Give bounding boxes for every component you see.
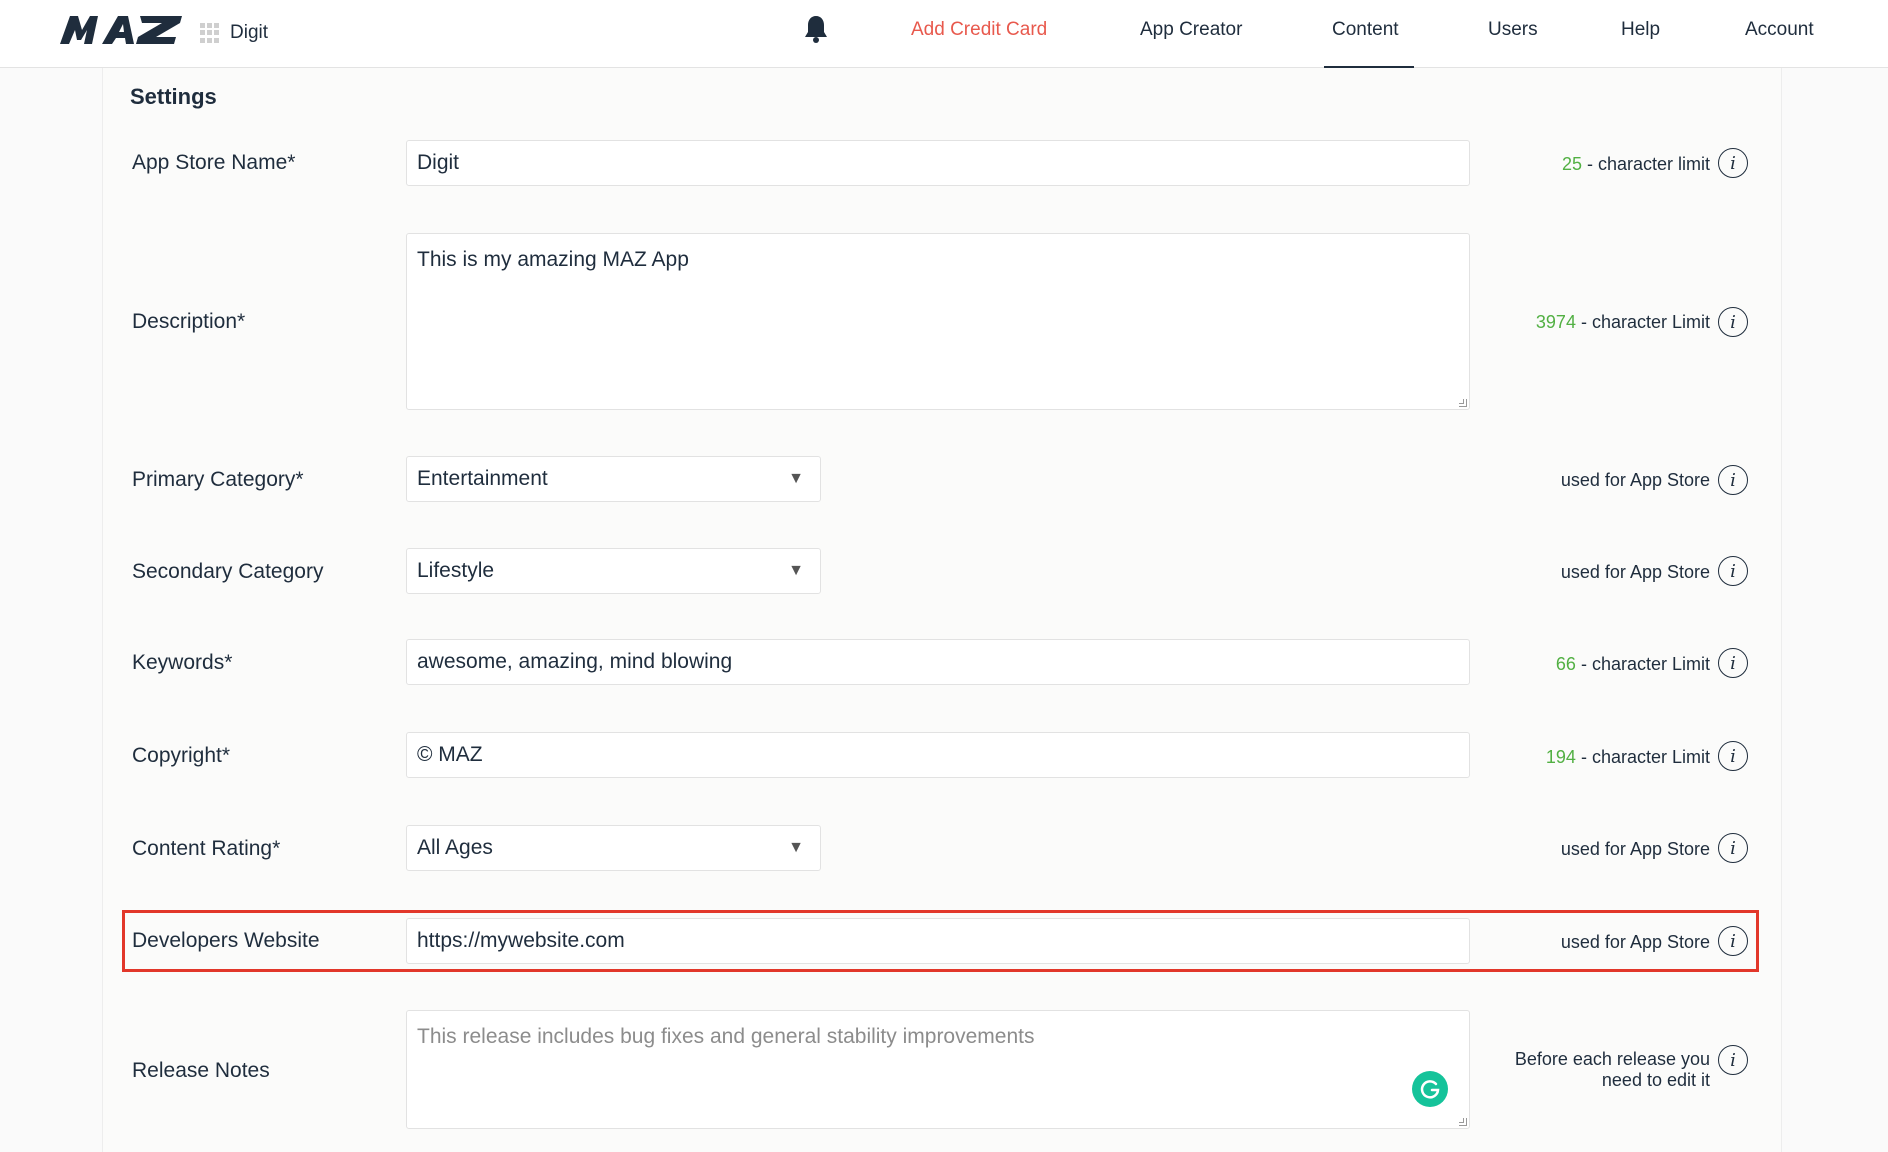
info-icon[interactable]: i: [1718, 648, 1748, 678]
developers-website-hint: used for App Store: [1560, 932, 1710, 952]
grid-icon[interactable]: [200, 23, 220, 43]
app-switcher[interactable]: Digit: [200, 22, 268, 44]
secondary-category-hint: used for App Store: [1560, 562, 1710, 582]
secondary-category-value: Lifestyle: [417, 559, 495, 582]
description-hint: 3974 - character Limit: [1536, 312, 1710, 333]
page-title: Settings: [130, 84, 217, 109]
release-notes-placeholder: This release includes bug fixes and gene…: [417, 1025, 1035, 1048]
primary-category-hint: used for App Store: [1560, 470, 1710, 490]
release-notes-textarea[interactable]: This release includes bug fixes and gene…: [406, 1010, 1470, 1129]
info-icon[interactable]: i: [1718, 148, 1748, 178]
info-icon[interactable]: i: [1718, 1045, 1748, 1075]
release-notes-label: Release Notes: [132, 1059, 270, 1082]
nav-account[interactable]: Account: [1745, 19, 1814, 41]
copyright-hint: 194 - character Limit: [1546, 747, 1710, 768]
developers-website-label: Developers Website: [132, 929, 320, 952]
current-app-name: Digit: [230, 22, 269, 43]
keywords-input[interactable]: awesome, amazing, mind blowing: [406, 639, 1470, 685]
developers-website-value: https://mywebsite.com: [417, 929, 625, 952]
content-rating-label: Content Rating*: [132, 837, 281, 860]
copyright-label: Copyright*: [132, 744, 231, 767]
primary-category-value: Entertainment: [417, 467, 548, 490]
app-store-name-hint: 25 - character limit: [1562, 154, 1710, 175]
hint-text: - character Limit: [1575, 312, 1710, 332]
keywords-label: Keywords*: [132, 651, 233, 674]
grammarly-icon[interactable]: [1412, 1071, 1448, 1107]
content-rating-value: All Ages: [417, 836, 493, 859]
caret-down-icon: ▼: [788, 470, 804, 487]
release-notes-hint: Before each release you need to edit it: [1514, 1049, 1710, 1090]
caret-down-icon: ▼: [788, 562, 804, 579]
secondary-category-select[interactable]: Lifestyle ▼: [406, 548, 821, 594]
top-navigation-bar: Digit Add Credit Card App Creator Conten…: [0, 0, 1888, 68]
caret-down-icon: ▼: [788, 839, 804, 856]
hint-text: - character Limit: [1575, 747, 1710, 767]
app-store-name-label: App Store Name*: [132, 151, 296, 174]
char-count: 25: [1561, 154, 1582, 174]
info-icon[interactable]: i: [1718, 556, 1748, 586]
secondary-category-label: Secondary Category: [132, 560, 324, 583]
info-icon[interactable]: i: [1718, 307, 1748, 337]
info-icon[interactable]: i: [1718, 465, 1748, 495]
char-count: 3974: [1535, 312, 1576, 332]
settings-panel: [102, 68, 1782, 1152]
copyright-input[interactable]: © MAZ: [406, 732, 1470, 778]
description-label: Description*: [132, 310, 246, 333]
resize-handle[interactable]: [1459, 1118, 1467, 1126]
app-store-name-input[interactable]: Digit: [406, 140, 1470, 186]
char-count: 194: [1545, 747, 1576, 767]
description-value: This is my amazing MAZ App: [417, 248, 689, 271]
info-icon[interactable]: i: [1718, 833, 1748, 863]
hint-text: - character limit: [1581, 154, 1710, 174]
nav-users[interactable]: Users: [1488, 19, 1538, 41]
content-rating-hint: used for App Store: [1560, 839, 1710, 859]
bell-icon[interactable]: [802, 14, 830, 44]
description-textarea[interactable]: This is my amazing MAZ App: [406, 233, 1470, 410]
keywords-value: awesome, amazing, mind blowing: [417, 650, 733, 673]
resize-handle[interactable]: [1459, 399, 1467, 407]
primary-category-label: Primary Category*: [132, 468, 304, 491]
nav-add-credit-card[interactable]: Add Credit Card: [911, 19, 1047, 41]
content-rating-select[interactable]: All Ages ▼: [406, 825, 821, 871]
info-icon[interactable]: i: [1718, 741, 1748, 771]
nav-help[interactable]: Help: [1621, 19, 1660, 41]
copyright-value: © MAZ: [417, 743, 483, 766]
char-count: 66: [1555, 654, 1576, 674]
info-icon[interactable]: i: [1718, 926, 1748, 956]
keywords-hint: 66 - character Limit: [1556, 654, 1710, 675]
developers-website-input[interactable]: https://mywebsite.com: [406, 918, 1470, 964]
primary-category-select[interactable]: Entertainment ▼: [406, 456, 821, 502]
nav-app-creator[interactable]: App Creator: [1140, 19, 1242, 41]
hint-text: - character Limit: [1575, 654, 1710, 674]
app-store-name-value: Digit: [417, 151, 460, 174]
nav-content[interactable]: Content: [1332, 19, 1399, 41]
maz-logo[interactable]: [58, 14, 184, 46]
